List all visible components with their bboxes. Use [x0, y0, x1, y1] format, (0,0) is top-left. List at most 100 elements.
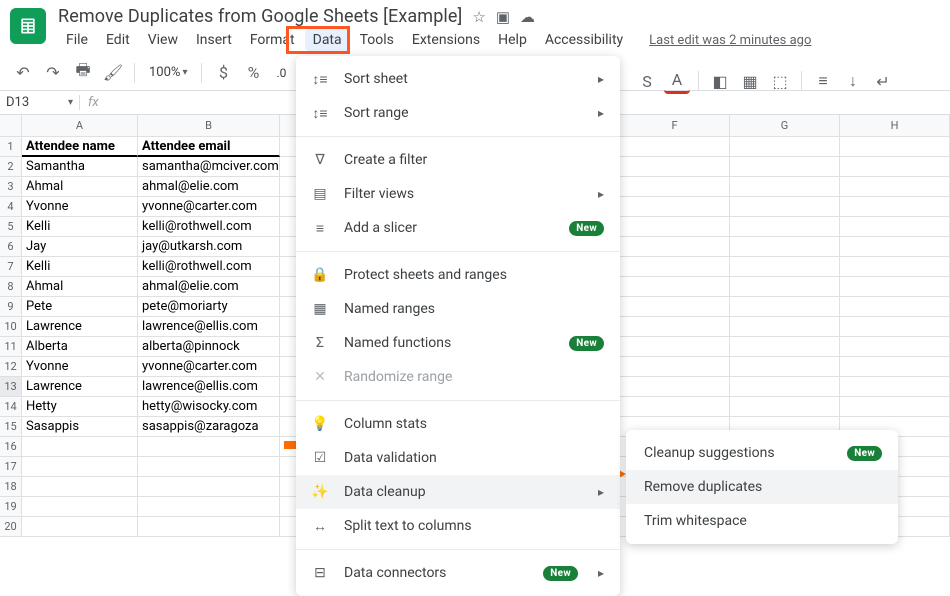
row-header[interactable]: 19 [0, 497, 22, 517]
cell[interactable] [730, 177, 840, 197]
column-header[interactable]: H [840, 115, 950, 137]
cell[interactable] [620, 217, 730, 237]
h-align-button[interactable]: ≡ [810, 68, 836, 94]
sheets-logo[interactable] [10, 8, 46, 44]
borders-button[interactable]: ▦ [737, 68, 763, 94]
cell[interactable] [840, 197, 950, 217]
select-all-corner[interactable] [0, 115, 22, 137]
menubar-item-insert[interactable]: Insert [188, 29, 240, 51]
column-header[interactable]: B [138, 115, 280, 137]
cell[interactable] [840, 137, 950, 157]
cell[interactable] [730, 277, 840, 297]
cell[interactable] [840, 317, 950, 337]
row-header[interactable]: 3 [0, 177, 22, 197]
menu-named-functions[interactable]: Σ Named functions New [296, 326, 620, 360]
row-header[interactable]: 17 [0, 457, 22, 477]
zoom-select[interactable]: 100% ▾ [143, 65, 193, 80]
menu-named-ranges[interactable]: ▦ Named ranges [296, 292, 620, 326]
cell[interactable]: jay@utkarsh.com [138, 237, 280, 257]
row-header[interactable]: 12 [0, 357, 22, 377]
cell[interactable] [138, 517, 280, 537]
menubar-item-format[interactable]: Format [242, 29, 303, 51]
cell[interactable] [730, 217, 840, 237]
cell[interactable]: Kelli [22, 217, 138, 237]
strikethrough-button[interactable]: S [634, 68, 660, 94]
column-header[interactable]: G [730, 115, 840, 137]
cell[interactable]: Sasappis [22, 417, 138, 437]
cell[interactable]: lawrence@ellis.com [138, 317, 280, 337]
row-header[interactable]: 1 [0, 137, 22, 157]
cell[interactable] [620, 137, 730, 157]
cell[interactable]: Attendee name [22, 137, 138, 157]
cell[interactable]: Jay [22, 237, 138, 257]
menu-data-cleanup[interactable]: ✨ Data cleanup ▸ [296, 475, 620, 509]
cell[interactable]: Attendee email [138, 137, 280, 157]
cell[interactable] [730, 257, 840, 277]
text-color-button[interactable]: A [664, 68, 690, 94]
row-header[interactable]: 14 [0, 397, 22, 417]
menu-create-filter[interactable]: ∇ Create a filter [296, 143, 620, 177]
column-header[interactable]: F [620, 115, 730, 137]
wrap-button[interactable]: ↵ [870, 68, 896, 94]
cell[interactable] [22, 457, 138, 477]
cell[interactable] [840, 297, 950, 317]
row-header[interactable]: 8 [0, 277, 22, 297]
cell[interactable]: sasappis@zaragoza [138, 417, 280, 437]
cell[interactable] [22, 437, 138, 457]
menubar-item-accessibility[interactable]: Accessibility [537, 29, 631, 51]
print-button[interactable]: 🖶 [70, 60, 96, 86]
row-header[interactable]: 5 [0, 217, 22, 237]
cell[interactable]: kelli@rothwell.com [138, 217, 280, 237]
cell[interactable] [840, 377, 950, 397]
cell[interactable] [620, 177, 730, 197]
menu-filter-views[interactable]: ▤ Filter views ▸ [296, 177, 620, 211]
cell[interactable] [730, 157, 840, 177]
cloud-icon[interactable]: ☁ [520, 8, 535, 26]
cell[interactable] [840, 397, 950, 417]
submenu-cleanup-suggestions[interactable]: Cleanup suggestions New [626, 436, 898, 470]
column-header[interactable]: A [22, 115, 138, 137]
menu-split-text[interactable]: ↔ Split text to columns [296, 509, 620, 543]
cell[interactable] [840, 237, 950, 257]
menu-column-stats[interactable]: 💡 Column stats [296, 407, 620, 441]
cell[interactable]: Yvonne [22, 197, 138, 217]
cell[interactable] [620, 397, 730, 417]
cell[interactable] [840, 277, 950, 297]
cell[interactable] [138, 497, 280, 517]
row-header[interactable]: 11 [0, 337, 22, 357]
cell[interactable]: alberta@pinnock [138, 337, 280, 357]
cell[interactable]: yvonne@carter.com [138, 197, 280, 217]
cell[interactable] [22, 517, 138, 537]
v-align-button[interactable]: ↓ [840, 68, 866, 94]
cell[interactable] [620, 237, 730, 257]
name-box[interactable]: D13▾ [0, 95, 80, 110]
menu-data-connectors[interactable]: ⊟ Data connectors New ▸ [296, 556, 620, 590]
cell[interactable] [840, 157, 950, 177]
menubar-item-help[interactable]: Help [490, 29, 535, 51]
cell[interactable]: Pete [22, 297, 138, 317]
cell[interactable]: Kelli [22, 257, 138, 277]
cell[interactable] [840, 357, 950, 377]
currency-button[interactable]: $ [210, 60, 236, 86]
menubar-item-file[interactable]: File [58, 29, 96, 51]
cell[interactable] [840, 257, 950, 277]
menubar-item-extensions[interactable]: Extensions [404, 29, 488, 51]
cell[interactable] [620, 197, 730, 217]
cell[interactable] [730, 197, 840, 217]
cell[interactable] [730, 397, 840, 417]
menubar-item-view[interactable]: View [140, 29, 186, 51]
cell[interactable]: Hetty [22, 397, 138, 417]
menubar-item-data[interactable]: Data [305, 29, 350, 51]
cell[interactable] [730, 297, 840, 317]
cell[interactable] [138, 457, 280, 477]
cell[interactable] [730, 317, 840, 337]
row-header[interactable]: 2 [0, 157, 22, 177]
cell[interactable] [730, 377, 840, 397]
star-icon[interactable]: ☆ [472, 8, 485, 26]
menu-protect[interactable]: 🔒 Protect sheets and ranges [296, 258, 620, 292]
row-header[interactable]: 15 [0, 417, 22, 437]
cell[interactable]: lawrence@ellis.com [138, 377, 280, 397]
cell[interactable]: ahmal@elie.com [138, 277, 280, 297]
row-header[interactable]: 20 [0, 517, 22, 537]
row-header[interactable]: 9 [0, 297, 22, 317]
